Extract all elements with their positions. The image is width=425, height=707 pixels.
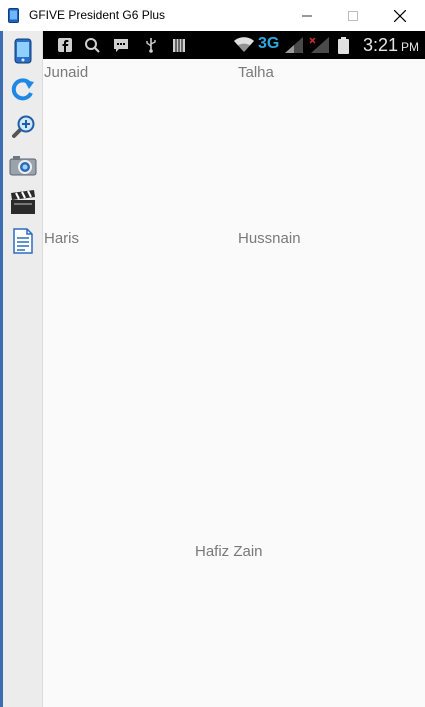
minimize-button[interactable]	[284, 0, 330, 31]
network-type-label: 3G	[258, 35, 280, 52]
name-label-junaid: Junaid	[44, 64, 89, 81]
close-icon	[394, 9, 406, 22]
camera-tool-button[interactable]	[9, 151, 37, 179]
document-tool-button[interactable]	[9, 227, 37, 255]
zoom-icon	[12, 115, 35, 138]
android-status-bar: 3G 3:21 PM	[43, 31, 425, 59]
name-label-hafiz-zain: Hafiz Zain	[195, 543, 263, 560]
signal-strength-icon-2	[309, 37, 329, 53]
phone-app-icon	[8, 8, 19, 23]
status-bar-clock: 3:21 PM	[363, 35, 419, 56]
phone-tool-button[interactable]	[9, 37, 37, 65]
maximize-icon	[348, 10, 358, 21]
close-button[interactable]	[377, 0, 423, 31]
name-label-talha: Talha	[238, 64, 274, 81]
app-content: Junaid Talha Haris Hussnain Hafiz Zain	[43, 59, 425, 707]
window-edge	[0, 31, 3, 707]
phone-icon	[14, 38, 32, 64]
rotate-tool-button[interactable]	[9, 75, 37, 103]
minimize-icon	[302, 15, 312, 16]
window-titlebar: GFIVE President G6 Plus	[0, 0, 425, 31]
facebook-notification-icon	[58, 37, 72, 53]
name-label-haris: Haris	[44, 230, 80, 247]
search-notification-icon	[84, 37, 100, 53]
window-title: GFIVE President G6 Plus	[29, 8, 166, 22]
storage-notification-icon	[172, 37, 186, 53]
wifi-icon	[233, 37, 255, 53]
signal-strength-icon-1	[285, 37, 303, 53]
video-tool-button[interactable]	[9, 189, 37, 217]
message-notification-icon	[113, 37, 129, 53]
clock-time: 3:21	[362, 35, 398, 55]
camera-icon	[9, 156, 37, 176]
name-label-hussnain: Hussnain	[238, 230, 301, 247]
maximize-button[interactable]	[330, 0, 376, 31]
zoom-tool-button[interactable]	[9, 113, 37, 141]
usb-notification-icon	[145, 37, 157, 53]
clock-ampm: PM	[401, 40, 419, 54]
rotate-icon	[11, 78, 34, 101]
video-clapper-icon	[11, 190, 35, 214]
document-icon	[13, 228, 33, 254]
battery-icon	[338, 36, 349, 54]
